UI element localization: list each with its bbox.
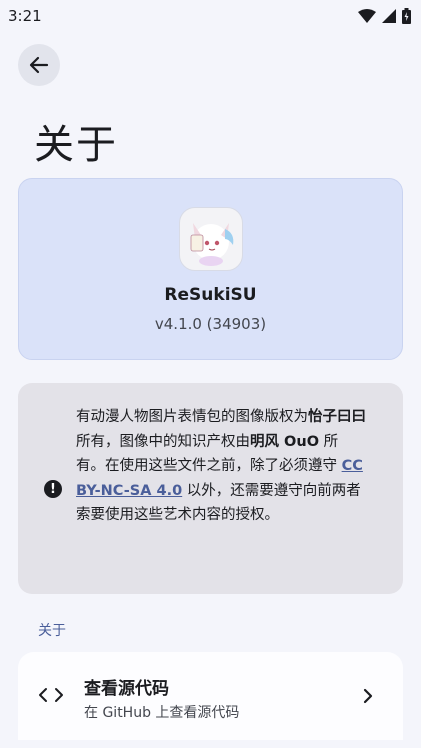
bottom-edge [0,740,421,748]
status-bar: 3:21 [0,0,421,32]
source-item-title: 查看源代码 [84,679,169,699]
copyright-notice-card: ! 有动漫人物图片表情包的图像版权为怡子曰曰所有，图像中的知识产权由明风 OuO… [18,383,403,594]
notice-text-part: 所有，图像中的知识产权由 [76,433,250,450]
chevron-right-icon [363,688,373,704]
status-time: 3:21 [8,7,42,25]
app-version: v4.1.0 (34903) [154,315,267,333]
signal-icon [382,9,396,23]
notice-author-1: 怡子曰曰 [308,409,366,425]
exclamation-circle-icon: ! [44,480,62,498]
battery-icon [402,8,411,24]
notice-author-2: 明风 OuO [250,433,320,450]
code-icon [39,688,63,702]
copyright-notice-text: 有动漫人物图片表情包的图像版权为怡子曰曰所有，图像中的知识产权由明风 OuO 所… [76,405,366,528]
app-name: ReSukiSU [164,285,257,305]
page-title: 关于 [34,122,118,168]
section-header-about: 关于 [38,623,66,639]
app-logo-icon [178,207,243,271]
arrow-left-icon [29,56,49,74]
back-button[interactable] [18,44,60,86]
wifi-icon [358,9,376,23]
view-source-code-item[interactable]: 查看源代码 在 GitHub 上查看源代码 [18,652,403,748]
source-item-subtitle: 在 GitHub 上查看源代码 [84,705,240,721]
notice-text-part: 有动漫人物图片表情包的图像版权为 [76,409,308,425]
status-icons [358,8,411,24]
app-info-card: ReSukiSU v4.1.0 (34903) [18,178,403,360]
